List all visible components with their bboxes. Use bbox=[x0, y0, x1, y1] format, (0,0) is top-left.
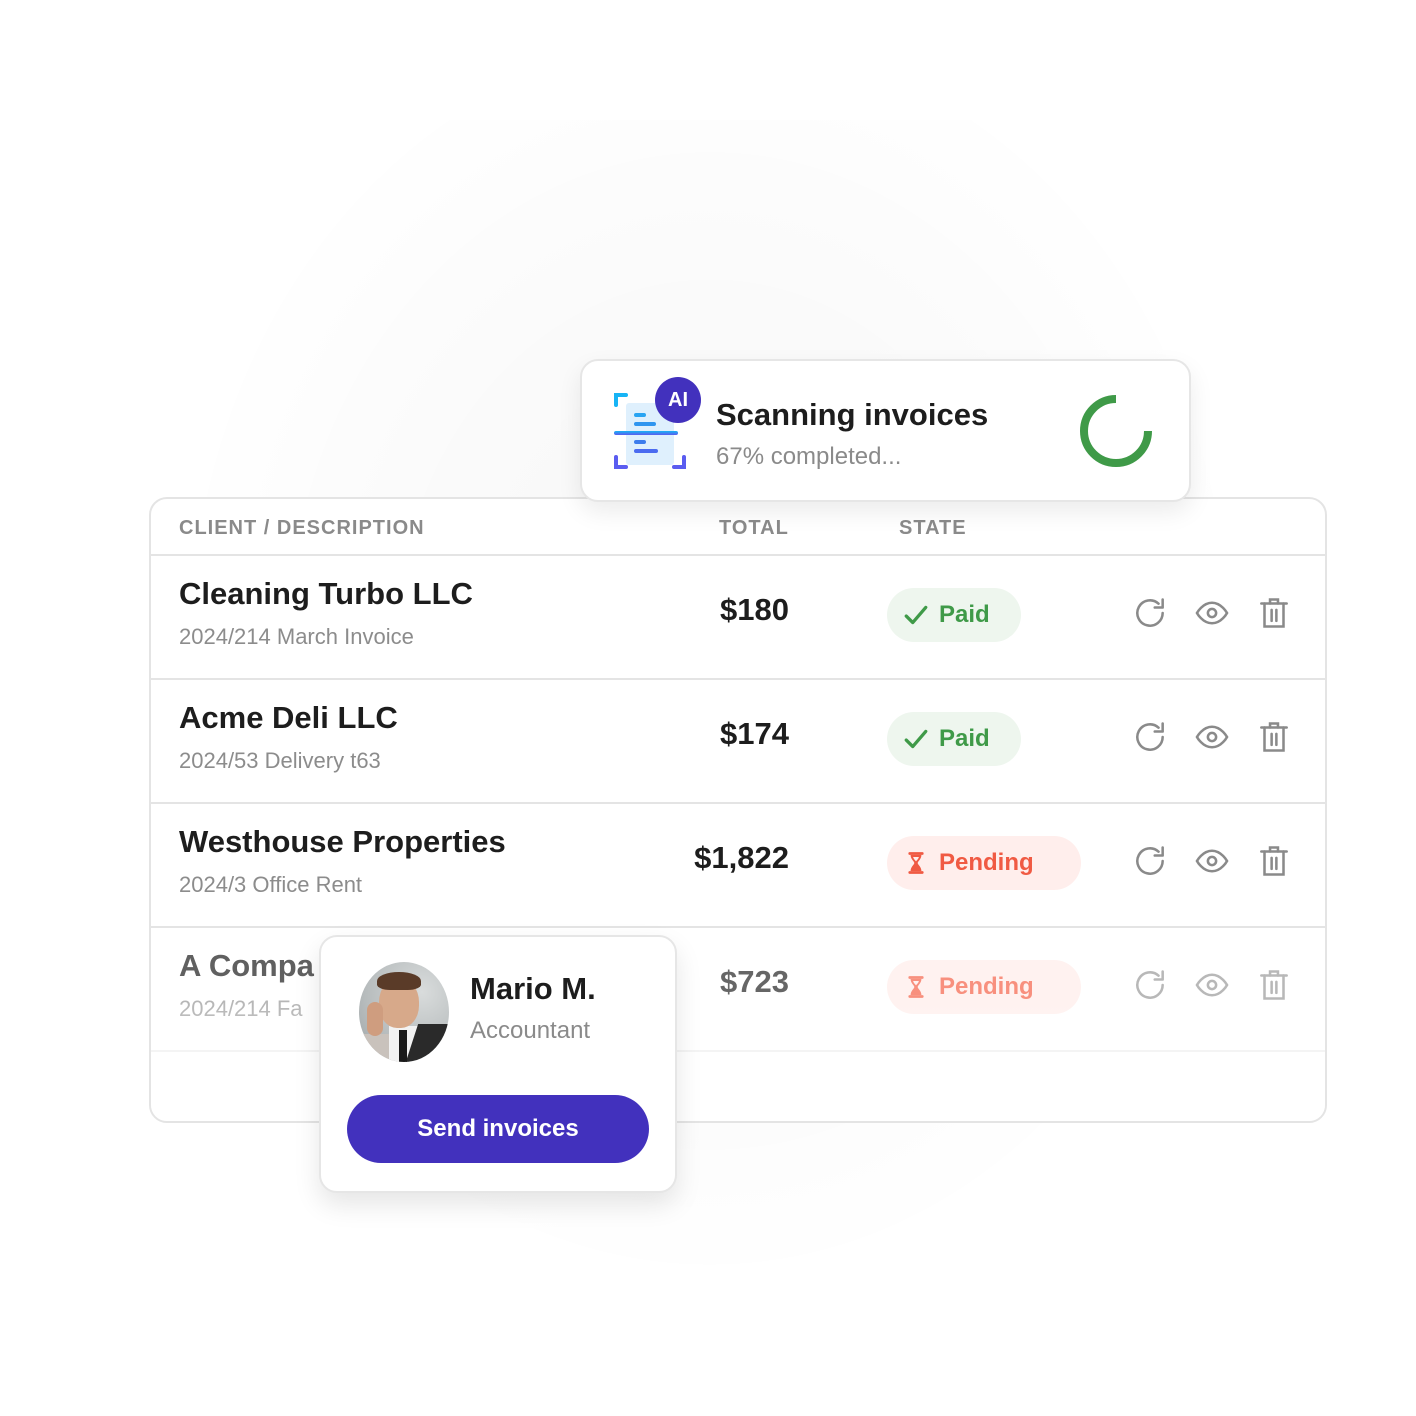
send-invoices-button[interactable]: Send invoices bbox=[347, 1095, 649, 1163]
trash-icon bbox=[1260, 970, 1288, 1000]
delete-button[interactable] bbox=[1255, 966, 1293, 1004]
scan-progress-text: 67% completed... bbox=[716, 443, 902, 470]
person-name: Mario M. bbox=[470, 971, 596, 1006]
ai-badge: AI bbox=[655, 377, 701, 423]
status-badge: Pending bbox=[887, 960, 1081, 1014]
status-badge: Paid bbox=[887, 588, 1021, 642]
view-button[interactable] bbox=[1193, 842, 1231, 880]
avatar bbox=[359, 962, 449, 1062]
progress-ring-arc bbox=[1080, 395, 1152, 467]
column-header-client[interactable]: CLIENT / DESCRIPTION bbox=[179, 517, 425, 540]
client-name: Cleaning Turbo LLC bbox=[179, 576, 473, 611]
check-icon bbox=[904, 729, 928, 749]
refresh-button[interactable] bbox=[1131, 966, 1169, 1004]
status-label: Pending bbox=[939, 973, 1034, 1000]
view-button[interactable] bbox=[1193, 966, 1231, 1004]
status-badge: Paid bbox=[887, 712, 1021, 766]
refresh-icon bbox=[1136, 970, 1164, 999]
trash-icon bbox=[1260, 846, 1288, 876]
row-actions bbox=[1131, 842, 1293, 880]
trash-icon bbox=[1260, 722, 1288, 752]
table-row[interactable]: Cleaning Turbo LLC 2024/214 March Invoic… bbox=[151, 556, 1325, 680]
eye-icon bbox=[1195, 601, 1229, 625]
client-name: A Compa bbox=[179, 948, 314, 983]
eye-icon bbox=[1195, 973, 1229, 997]
check-icon bbox=[904, 605, 928, 625]
client-name: Westhouse Properties bbox=[179, 824, 506, 859]
refresh-button[interactable] bbox=[1131, 718, 1169, 756]
invoice-total: $174 bbox=[720, 716, 789, 751]
invoice-description: 2024/53 Delivery t63 bbox=[179, 748, 381, 773]
view-button[interactable] bbox=[1193, 594, 1231, 632]
invoice-total: $180 bbox=[720, 592, 789, 627]
row-actions bbox=[1131, 966, 1293, 1004]
refresh-button[interactable] bbox=[1131, 594, 1169, 632]
status-label: Paid bbox=[939, 601, 990, 628]
progress-ring bbox=[1080, 395, 1152, 467]
scan-title: Scanning invoices bbox=[716, 397, 989, 432]
status-label: Pending bbox=[939, 849, 1034, 876]
refresh-button[interactable] bbox=[1131, 842, 1169, 880]
scanning-toast: AI Scanning invoices 67% completed... bbox=[580, 359, 1191, 502]
column-header-total[interactable]: TOTAL bbox=[719, 517, 789, 540]
status-label: Paid bbox=[939, 725, 990, 752]
delete-button[interactable] bbox=[1255, 594, 1293, 632]
refresh-icon bbox=[1136, 846, 1164, 875]
refresh-icon bbox=[1136, 722, 1164, 751]
delete-button[interactable] bbox=[1255, 842, 1293, 880]
client-name: Acme Deli LLC bbox=[179, 700, 398, 735]
status-badge: Pending bbox=[887, 836, 1081, 890]
hourglass-icon bbox=[908, 852, 924, 874]
invoice-total: $1,822 bbox=[694, 840, 789, 875]
invoice-total: $723 bbox=[720, 964, 789, 999]
person-role: Accountant bbox=[470, 1017, 591, 1044]
delete-button[interactable] bbox=[1255, 718, 1293, 756]
row-actions bbox=[1131, 594, 1293, 632]
eye-icon bbox=[1195, 849, 1229, 873]
accountant-card: Mario M. Accountant Send invoices bbox=[319, 935, 677, 1193]
table-row[interactable]: Westhouse Properties 2024/3 Office Rent … bbox=[151, 804, 1325, 928]
table-header: CLIENT / DESCRIPTION TOTAL STATE bbox=[151, 499, 1325, 556]
refresh-icon bbox=[1136, 598, 1164, 627]
invoice-description: 2024/214 March Invoice bbox=[179, 624, 414, 649]
invoice-description: 2024/3 Office Rent bbox=[179, 872, 363, 897]
trash-icon bbox=[1260, 598, 1288, 628]
table-row[interactable]: Acme Deli LLC 2024/53 Delivery t63 $174 … bbox=[151, 680, 1325, 804]
row-actions bbox=[1131, 718, 1293, 756]
invoice-description: 2024/214 Fa bbox=[179, 996, 303, 1021]
eye-icon bbox=[1195, 725, 1229, 749]
view-button[interactable] bbox=[1193, 718, 1231, 756]
column-header-state[interactable]: STATE bbox=[899, 517, 967, 540]
hourglass-icon bbox=[908, 976, 924, 998]
